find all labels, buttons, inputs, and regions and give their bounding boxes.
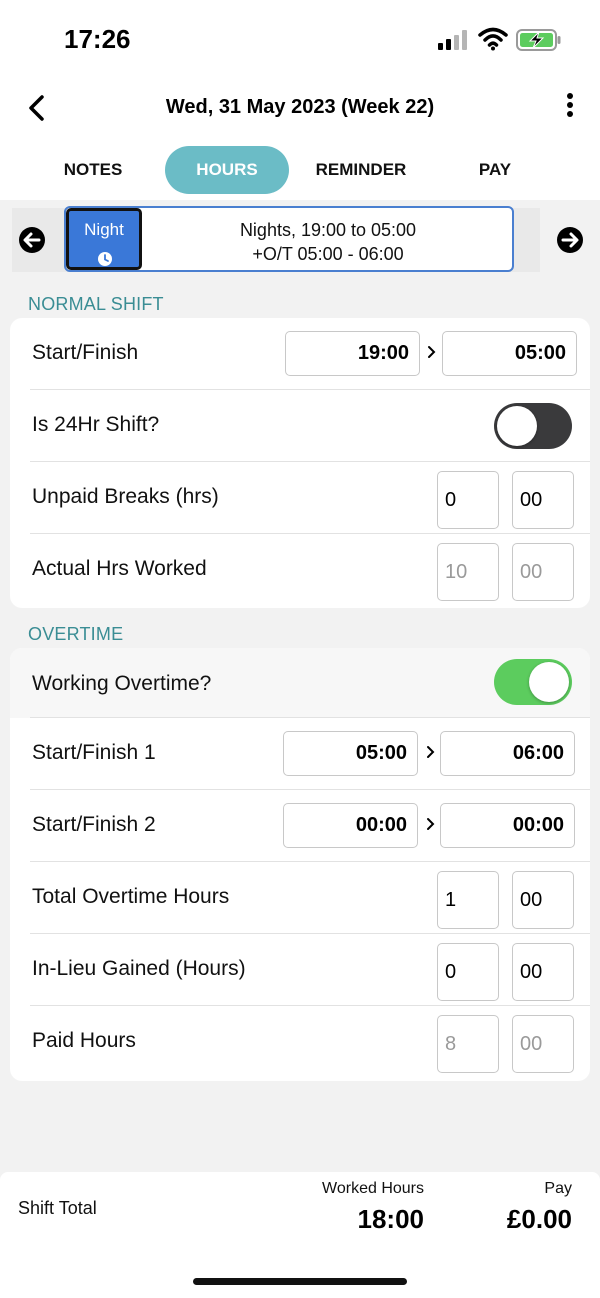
start-finish-label: Start/Finish [32,341,139,364]
chevron-right-icon [427,746,435,758]
shift-selector: Night Nights, 19:00 to 05:00 +O/T 05:00 … [0,200,600,280]
shift-start-time-field[interactable]: 19:00 [285,331,420,376]
tab-hours[interactable]: HOURS [165,146,289,194]
next-day-arrow-icon[interactable] [556,226,584,254]
shift-description-line-1: Nights, 19:00 to 05:00 [239,220,417,240]
actual-hrs-hours-field: 10 [437,543,499,601]
header: Wed, 31 May 2023 (Week 22) NOTES HOURS R… [0,80,600,200]
ot1-finish-time-field[interactable]: 06:00 [440,731,575,776]
shift-type-badge[interactable]: Night [66,208,142,270]
start-finish-row: Start/Finish 19:00 05:00 [10,318,590,390]
shift-card[interactable]: Night Nights, 19:00 to 05:00 +O/T 05:00 … [64,206,514,272]
overtime-section-title: OVERTIME [28,624,124,644]
pay-label: Pay [544,1180,572,1197]
shift-description: Nights, 19:00 to 05:00 +O/T 05:00 - 06:0… [144,218,512,266]
more-vertical-icon[interactable] [560,92,580,120]
shift-type-label: Night [84,220,124,239]
status-time: 17:26 [64,24,131,54]
chevron-right-icon [428,346,436,358]
working-overtime-label: Working Overtime? [32,672,212,695]
unpaid-breaks-minutes-input[interactable]: 00 [512,471,574,529]
tab-pay[interactable]: PAY [428,146,562,194]
paid-hours-row: Paid Hours 8 00 [10,1006,590,1078]
home-indicator[interactable] [193,1278,407,1285]
ot1-start-time-field[interactable]: 05:00 [283,731,418,776]
ot-start-finish-1-row: Start/Finish 1 05:00 06:00 [10,718,590,790]
is-24hr-shift-label: Is 24Hr Shift? [32,413,160,436]
in-lieu-minutes-input[interactable]: 00 [512,943,574,1001]
ot2-start-time-field[interactable]: 00:00 [283,803,418,848]
tab-notes[interactable]: NOTES [26,146,160,194]
cellular-signal-icon [438,30,467,50]
worked-hours-label: Worked Hours [322,1180,424,1197]
normal-shift-card: Start/Finish 19:00 05:00 Is 24Hr Shift? … [10,318,590,608]
page-title: Wed, 31 May 2023 (Week 22) [165,96,435,118]
paid-hours-minutes-field: 00 [512,1015,574,1073]
is-24hr-shift-toggle[interactable] [494,403,572,449]
ot2-finish-time-field[interactable]: 00:00 [440,803,575,848]
total-overtime-hours-input[interactable]: 1 [437,871,499,929]
clock-icon [98,252,112,266]
is-24hr-shift-row: Is 24Hr Shift? [10,390,590,462]
worked-hours-value: 18:00 [357,1204,425,1234]
in-lieu-gained-label: In-Lieu Gained (Hours) [32,957,246,980]
working-overtime-toggle[interactable] [494,659,572,705]
previous-day-arrow-icon[interactable] [18,226,46,254]
total-overtime-hours-row: Total Overtime Hours 1 00 [10,862,590,934]
shift-total-footer: Shift Total Worked Hours 18:00 Pay £0.00 [0,1172,600,1298]
unpaid-breaks-row: Unpaid Breaks (hrs) 0 00 [10,462,590,534]
battery-charging-icon [516,29,561,51]
normal-shift-section-title: NORMAL SHIFT [28,294,164,314]
pay-value: £0.00 [506,1204,572,1234]
shift-description-line-2: +O/T 05:00 - 06:00 [252,244,404,264]
unpaid-breaks-label: Unpaid Breaks (hrs) [32,485,219,508]
working-overtime-row: Working Overtime? [10,648,590,718]
in-lieu-gained-row: In-Lieu Gained (Hours) 0 00 [10,934,590,1006]
unpaid-breaks-hours-input[interactable]: 0 [437,471,499,529]
ot-start-finish-2-label: Start/Finish 2 [32,813,156,836]
paid-hours-hours-field: 8 [437,1015,499,1073]
toggle-knob [529,662,569,702]
shift-finish-time-field[interactable]: 05:00 [442,331,577,376]
status-bar: 17:26 [0,0,600,80]
overtime-card: Working Overtime? Start/Finish 1 05:00 0… [10,648,590,1081]
actual-hrs-minutes-field: 00 [512,543,574,601]
toggle-knob [497,406,537,446]
tab-bar: NOTES HOURS REMINDER PAY [26,146,574,194]
total-overtime-hours-label: Total Overtime Hours [32,885,230,908]
actual-hrs-worked-label: Actual Hrs Worked [32,557,207,580]
total-overtime-minutes-input[interactable]: 00 [512,871,574,929]
wifi-icon [478,27,508,51]
tab-reminder[interactable]: REMINDER [294,146,428,194]
ot-start-finish-2-row: Start/Finish 2 00:00 00:00 [10,790,590,862]
ot-start-finish-1-label: Start/Finish 1 [32,741,156,764]
actual-hrs-worked-row: Actual Hrs Worked 10 00 [10,534,590,606]
chevron-right-icon [427,818,435,830]
paid-hours-label: Paid Hours [32,1029,136,1052]
in-lieu-hours-input[interactable]: 0 [437,943,499,1001]
shift-total-label: Shift Total [18,1198,97,1218]
